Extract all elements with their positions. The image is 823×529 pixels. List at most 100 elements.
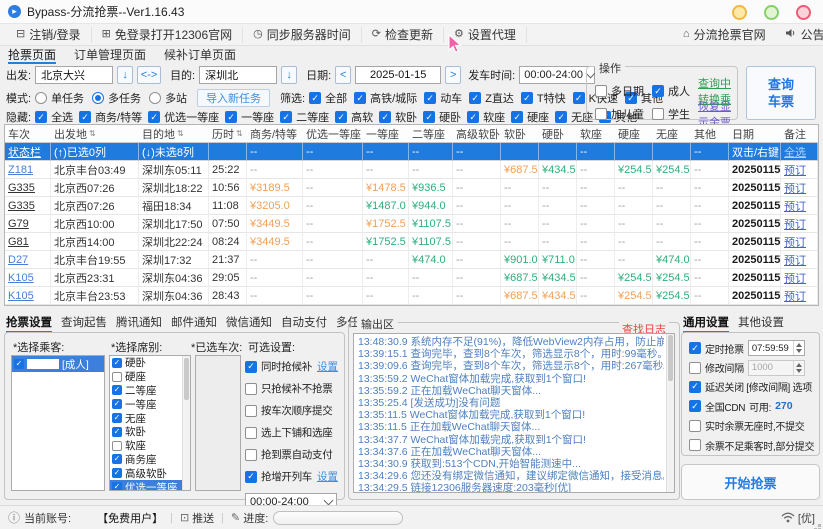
- book-link[interactable]: 预订: [784, 270, 806, 286]
- depart-input[interactable]: 北京大兴: [35, 66, 113, 84]
- option-checkbox[interactable]: 抢增开列车: [245, 469, 312, 484]
- column-header[interactable]: 出发地⇅: [51, 125, 139, 143]
- general-checkbox[interactable]: 实时余票无座时,不提交: [689, 418, 804, 433]
- seat-class-item[interactable]: 软座: [110, 439, 190, 453]
- filter-checkbox[interactable]: T特快: [521, 90, 566, 106]
- column-header[interactable]: 软卧: [501, 125, 539, 143]
- column-header[interactable]: 车次: [5, 125, 51, 143]
- date-input[interactable]: 2025-01-15: [355, 66, 441, 84]
- depart-time-select[interactable]: 00:00-24:00: [519, 66, 595, 84]
- settings-tab[interactable]: 腾讯通知: [116, 314, 162, 333]
- book-link[interactable]: 预订: [784, 288, 806, 304]
- train-link[interactable]: G79: [8, 218, 29, 230]
- seat-class-item[interactable]: 无座: [110, 411, 190, 425]
- hide-checkbox[interactable]: 高软: [335, 109, 373, 125]
- passenger-item[interactable]: [成人]: [12, 356, 104, 372]
- filter-checkbox[interactable]: 动车: [424, 90, 462, 106]
- seat-class-item[interactable]: 一等座: [110, 397, 190, 411]
- column-header[interactable]: 备注: [781, 125, 818, 143]
- general-checkbox[interactable]: 定时抢票: [689, 341, 744, 356]
- column-header[interactable]: 目的地⇅: [139, 125, 209, 143]
- dest-dropdown-button[interactable]: ↓: [281, 66, 297, 84]
- general-checkbox[interactable]: 余票不足乘客时,部分提交: [689, 438, 814, 453]
- column-header[interactable]: 商务/特等: [247, 125, 303, 143]
- spinner-arrows[interactable]: [793, 341, 804, 355]
- column-header[interactable]: 二等座: [409, 125, 453, 143]
- passenger-list[interactable]: [成人]: [11, 355, 105, 491]
- book-link[interactable]: 预订: [784, 180, 806, 196]
- column-header[interactable]: 软座: [577, 125, 615, 143]
- column-header[interactable]: 其他: [691, 125, 729, 143]
- mode-radio[interactable]: 单任务: [35, 90, 84, 106]
- train-link[interactable]: K105: [8, 272, 34, 284]
- status-row-cell[interactable]: 状态栏: [5, 143, 51, 161]
- option-checkbox[interactable]: 同时抢候补: [245, 359, 312, 374]
- maximize-button[interactable]: [764, 5, 779, 20]
- settings-tab[interactable]: 邮件通知: [171, 314, 217, 333]
- resize-grip[interactable]: [818, 524, 821, 527]
- start-grabbing-button[interactable]: 开始抢票: [681, 464, 820, 500]
- filter-checkbox[interactable]: Z直达: [469, 90, 514, 106]
- hide-checkbox[interactable]: 二等座: [280, 109, 329, 125]
- seat-class-item[interactable]: 商务座: [110, 453, 190, 467]
- column-header[interactable]: 日期: [729, 125, 781, 143]
- search-tickets-button[interactable]: 查询 车票: [746, 66, 816, 120]
- hide-checkbox[interactable]: 软座: [467, 109, 505, 125]
- general-checkbox[interactable]: 修改间隔: [689, 360, 744, 375]
- book-link[interactable]: 预订: [784, 234, 806, 250]
- settings-tab[interactable]: 微信通知: [226, 314, 272, 333]
- general-tab[interactable]: 其他设置: [738, 314, 784, 333]
- import-new-task-button[interactable]: 导入新任务: [197, 89, 270, 107]
- selected-trains-list[interactable]: [195, 355, 241, 491]
- hide-checkbox[interactable]: 优选一等座: [148, 109, 219, 125]
- train-link[interactable]: G335: [8, 200, 35, 212]
- menu-item[interactable]: ⟳检查更新: [362, 27, 444, 43]
- seat-class-item[interactable]: 硬卧: [110, 356, 190, 370]
- spinner-arrows[interactable]: [793, 361, 804, 375]
- seat-list-scrollbar[interactable]: [182, 356, 190, 490]
- general-checkbox[interactable]: 全国CDN: [689, 399, 745, 414]
- filter-checkbox[interactable]: 高铁/城际: [354, 90, 417, 106]
- seat-class-item[interactable]: 高级软卧: [110, 466, 190, 480]
- timer-spinner[interactable]: 07:59:59: [748, 340, 805, 356]
- option-checkbox[interactable]: 只抢候补不抢票: [245, 381, 332, 396]
- hide-checkbox[interactable]: 硬座: [511, 109, 549, 125]
- option-checkbox[interactable]: 抢到票自动支付: [245, 447, 332, 462]
- column-header[interactable]: 高级软卧: [453, 125, 501, 143]
- hide-checkbox[interactable]: 硬卧: [423, 109, 461, 125]
- page-tab[interactable]: 抢票页面: [8, 46, 56, 64]
- column-header[interactable]: 一等座: [363, 125, 409, 143]
- seat-class-item[interactable]: 软卧: [110, 425, 190, 439]
- seat-class-item[interactable]: 二等座: [110, 384, 190, 398]
- menu-item[interactable]: ⌂分流抢票官网: [673, 27, 776, 43]
- train-link[interactable]: G81: [8, 236, 29, 248]
- settings-link[interactable]: 设置: [317, 359, 338, 374]
- ops-checkbox[interactable]: 学生: [652, 106, 690, 122]
- depart-dropdown-button[interactable]: ↓: [117, 66, 133, 84]
- book-link[interactable]: 预订: [784, 252, 806, 268]
- option-checkbox[interactable]: 选上下铺和选座: [245, 425, 332, 440]
- page-tab[interactable]: 候补订单页面: [164, 46, 236, 64]
- mode-radio[interactable]: 多站: [149, 90, 187, 106]
- menu-item[interactable]: 公告:: [776, 27, 823, 43]
- settings-tab[interactable]: 自动支付: [281, 314, 327, 333]
- settings-link[interactable]: 设置: [317, 469, 338, 484]
- log-scrollbar[interactable]: [666, 334, 674, 492]
- status-row-cell[interactable]: 全选: [781, 143, 818, 161]
- train-link[interactable]: Z181: [8, 164, 33, 176]
- date-prev-button[interactable]: <: [335, 66, 351, 84]
- column-header[interactable]: 优选一等座: [303, 125, 363, 143]
- swap-stations-button[interactable]: <->: [137, 66, 161, 84]
- option-checkbox[interactable]: 按车次顺序提交: [245, 403, 332, 418]
- book-link[interactable]: 预订: [784, 162, 806, 178]
- filter-checkbox[interactable]: 全部: [309, 90, 347, 106]
- ops-checkbox[interactable]: 成人: [652, 83, 690, 99]
- menu-item[interactable]: ⊞免登录打开12306官网: [92, 27, 244, 43]
- ops-checkbox[interactable]: 加儿童: [595, 106, 644, 122]
- column-header[interactable]: 无座: [653, 125, 691, 143]
- column-header[interactable]: 历时⇅: [209, 125, 247, 143]
- book-link[interactable]: 预订: [784, 198, 806, 214]
- hide-checkbox[interactable]: 全选: [35, 109, 73, 125]
- seat-class-item[interactable]: 优选一等座: [110, 480, 190, 491]
- hide-checkbox[interactable]: 一等座: [225, 109, 274, 125]
